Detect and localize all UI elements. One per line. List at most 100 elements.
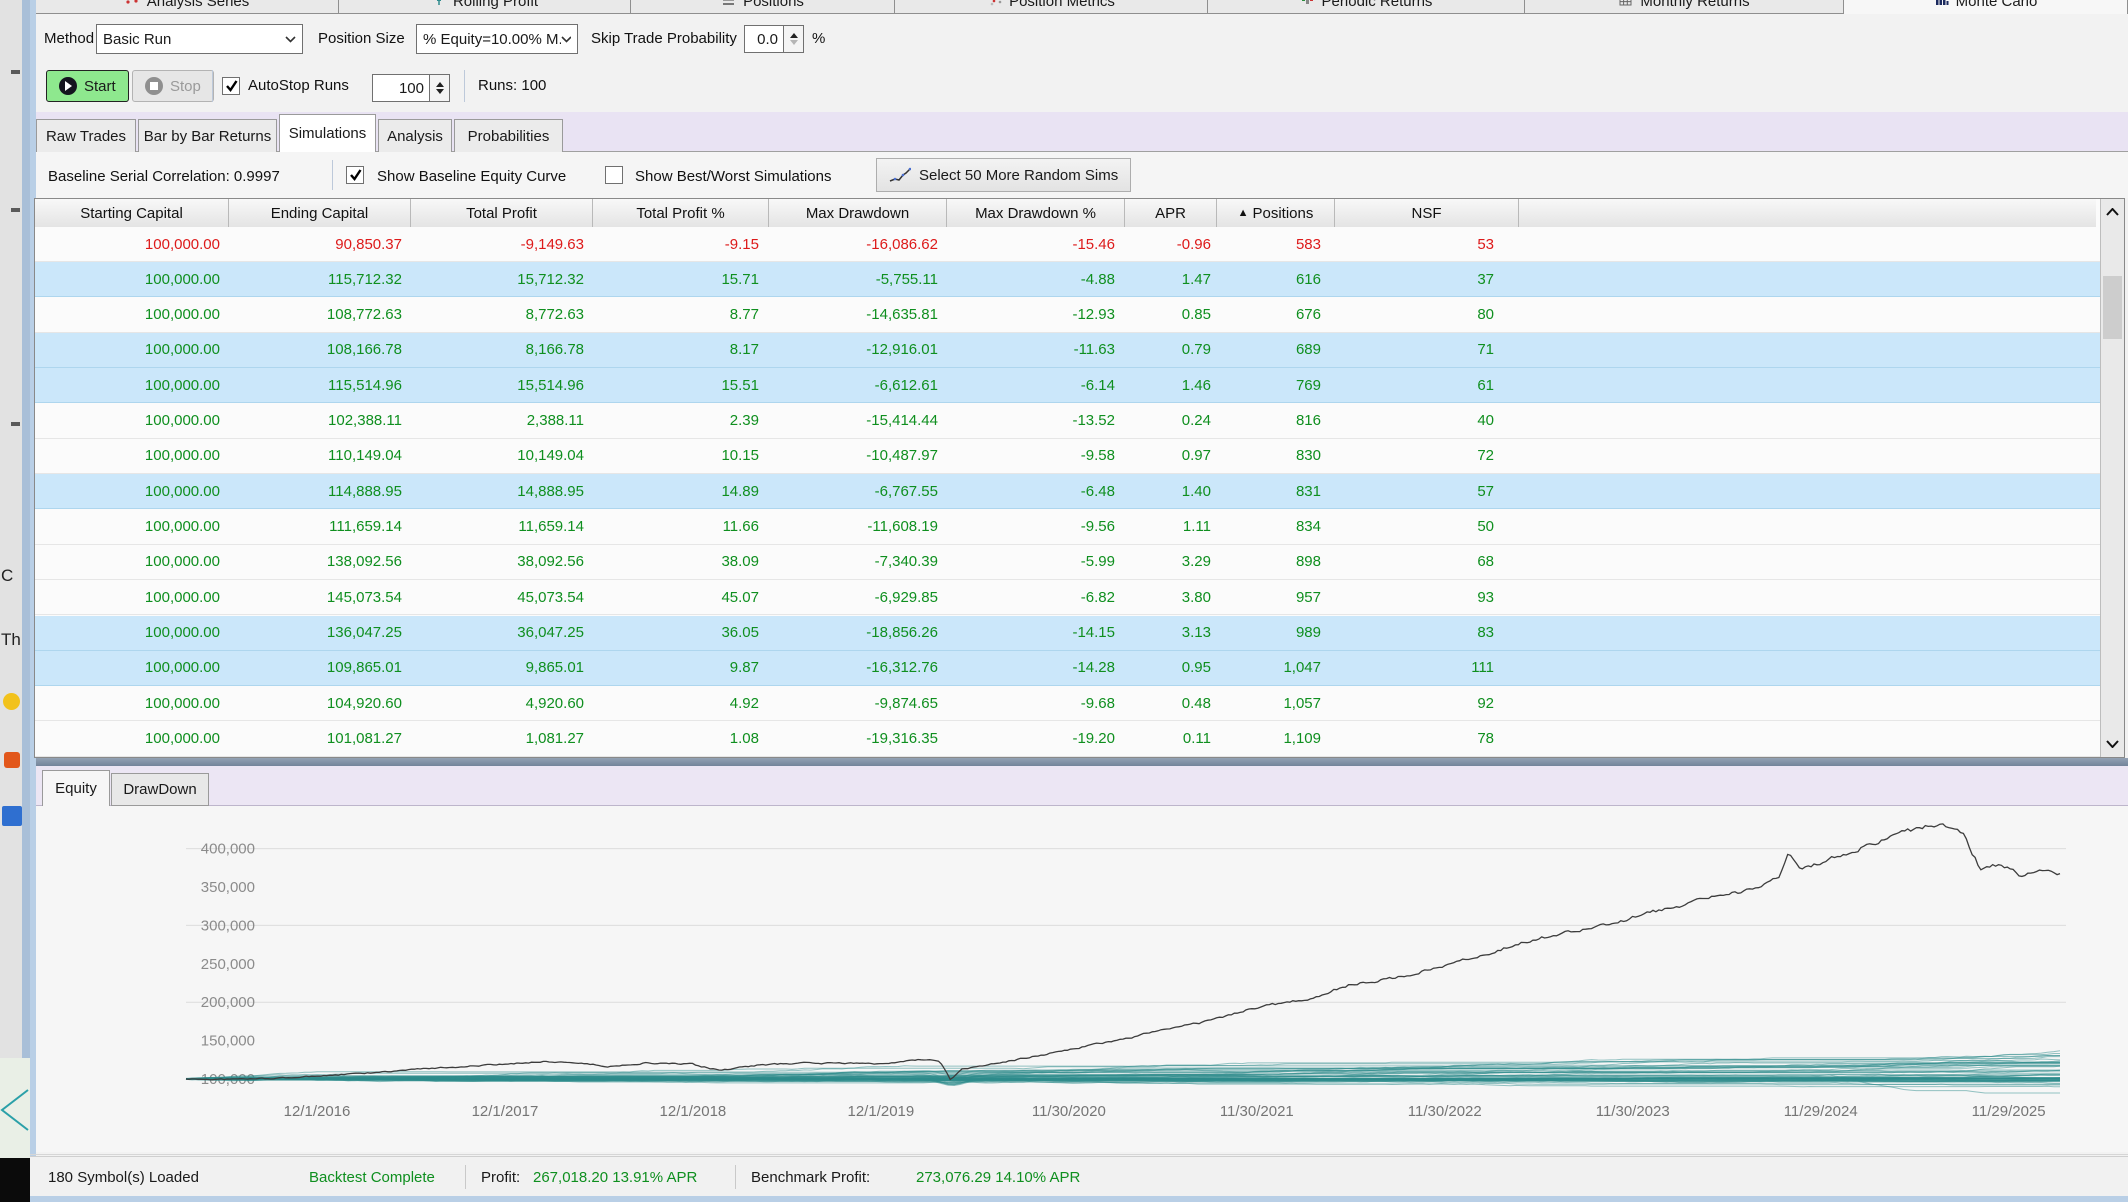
table-cell: -16,312.76 xyxy=(769,651,947,685)
autostop-runs-input[interactable]: 100 xyxy=(372,74,430,102)
column-header-max-drawdown-pct[interactable]: Max Drawdown % xyxy=(947,199,1125,227)
equity-sketch-icon xyxy=(889,167,911,183)
table-cell: -11,608.19 xyxy=(769,510,947,544)
table-row[interactable]: 100,000.00114,888.9514,888.9514.89-6,767… xyxy=(35,474,2100,509)
autostop-runs-spinner[interactable] xyxy=(430,74,450,102)
table-cell: 111,659.14 xyxy=(229,510,411,544)
spin-down-icon[interactable] xyxy=(435,88,445,95)
tab-monthly-returns[interactable]: Monthly Returns xyxy=(1525,0,1844,14)
table-row[interactable]: 100,000.00145,073.5445,073.5445.07-6,929… xyxy=(35,580,2100,615)
tab-periodic-returns[interactable]: Periodic Returns xyxy=(1208,0,1525,14)
select-random-sims-button[interactable]: Select 50 More Random Sims xyxy=(876,158,1131,192)
table-cell: 100,000.00 xyxy=(35,686,229,720)
column-header-positions[interactable]: ▲Positions xyxy=(1217,199,1335,227)
table-cell: 14,888.95 xyxy=(411,474,593,508)
chevron-up-icon xyxy=(2106,208,2119,216)
dot-metrics-icon xyxy=(987,0,1002,10)
chevron-down-icon xyxy=(2106,740,2119,748)
table-row[interactable]: 100,000.00108,166.788,166.788.17-12,916.… xyxy=(35,333,2100,368)
spin-up-icon[interactable] xyxy=(789,32,799,39)
profit-value: 267,018.20 13.91% APR xyxy=(533,1157,697,1197)
table-cell: 0.24 xyxy=(1125,404,1217,438)
column-header-starting-capital[interactable]: Starting Capital xyxy=(35,199,229,227)
scrollbar-thumb[interactable] xyxy=(2103,276,2122,339)
scroll-down-button[interactable] xyxy=(2101,731,2124,757)
tab-simulations[interactable]: Simulations xyxy=(279,114,376,152)
table-cell: 40 xyxy=(1335,404,1519,438)
table-cell: 38,092.56 xyxy=(411,545,593,579)
show-bestworst-checkbox[interactable] xyxy=(605,166,623,184)
show-baseline-checkbox[interactable] xyxy=(346,166,364,184)
spin-down-icon[interactable] xyxy=(789,39,799,46)
tab-drawdown[interactable]: DrawDown xyxy=(111,773,209,806)
column-header-label: Positions xyxy=(1253,205,1314,222)
table-vertical-scrollbar[interactable] xyxy=(2100,199,2124,757)
table-cell: 957 xyxy=(1217,580,1335,614)
table-row[interactable]: 100,000.00104,920.604,920.604.92-9,874.6… xyxy=(35,686,2100,721)
table-cell: 36.05 xyxy=(593,616,769,650)
tab-monte-carlo[interactable]: Monte Carlo xyxy=(1844,0,2128,14)
table-cell: -9.15 xyxy=(593,227,769,261)
tab-equity[interactable]: Equity xyxy=(42,770,110,806)
table-row[interactable]: 100,000.00101,081.271,081.271.08-19,316.… xyxy=(35,722,2100,757)
table-cell: -18,856.26 xyxy=(769,616,947,650)
table-cell: 11,659.14 xyxy=(411,510,593,544)
table-cell: -6.14 xyxy=(947,368,1125,402)
table-cell: 92 xyxy=(1335,686,1519,720)
table-row[interactable]: 100,000.00111,659.1411,659.1411.66-11,60… xyxy=(35,510,2100,545)
table-cell: 1,047 xyxy=(1217,651,1335,685)
table-row[interactable]: 100,000.00115,514.9615,514.9615.51-6,612… xyxy=(35,368,2100,403)
skip-trade-probability-input[interactable]: 0.0 xyxy=(744,25,784,53)
background-mark xyxy=(11,70,20,74)
tab-probabilities[interactable]: Probabilities xyxy=(454,119,563,152)
scroll-up-button[interactable] xyxy=(2101,199,2124,225)
check-icon xyxy=(225,80,238,92)
tab-analysis-series[interactable]: Analysis Series xyxy=(36,0,339,14)
tab-bar-by-bar-returns[interactable]: Bar by Bar Returns xyxy=(138,119,277,152)
column-header-max-drawdown[interactable]: Max Drawdown xyxy=(769,199,947,227)
column-header-apr[interactable]: APR xyxy=(1125,199,1217,227)
column-header-total-profit[interactable]: Total Profit xyxy=(411,199,593,227)
background-mark xyxy=(11,422,20,426)
tab-analysis[interactable]: Analysis xyxy=(378,119,452,152)
column-header-ending-capital[interactable]: Ending Capital xyxy=(229,199,411,227)
scatter-series-icon xyxy=(125,0,140,10)
method-select[interactable]: Basic Run xyxy=(96,24,303,54)
tab-positions[interactable]: Positions xyxy=(631,0,895,14)
table-cell: 100,000.00 xyxy=(35,510,229,544)
position-size-select[interactable]: % Equity=10.00% M... xyxy=(416,24,578,54)
splitter-handle[interactable] xyxy=(36,758,2128,766)
x-axis-label: 11/29/2024 xyxy=(1784,1103,1858,1120)
background-letter: C xyxy=(1,566,13,586)
table-row[interactable]: 100,000.00136,047.2536,047.2536.05-18,85… xyxy=(35,616,2100,651)
column-header-nsf[interactable]: NSF xyxy=(1335,199,1519,227)
table-row[interactable]: 100,000.00110,149.0410,149.0410.15-10,48… xyxy=(35,439,2100,474)
autostop-checkbox[interactable] xyxy=(222,77,240,95)
skip-trade-spinner[interactable] xyxy=(784,25,804,53)
table-cell: -12,916.01 xyxy=(769,333,947,367)
column-header-total-profit-pct[interactable]: Total Profit % xyxy=(593,199,769,227)
spin-up-icon[interactable] xyxy=(435,81,445,88)
table-cell: -14.15 xyxy=(947,616,1125,650)
table-row[interactable]: 100,000.00138,092.5638,092.5638.09-7,340… xyxy=(35,545,2100,580)
table-row[interactable]: 100,000.00102,388.112,388.112.39-15,414.… xyxy=(35,404,2100,439)
table-cell: 104,920.60 xyxy=(229,686,411,720)
table-row[interactable]: 100,000.00109,865.019,865.019.87-16,312.… xyxy=(35,651,2100,686)
table-cell: -19.20 xyxy=(947,722,1125,756)
stop-button[interactable]: Stop xyxy=(132,70,214,102)
table-row[interactable]: 100,000.00108,772.638,772.638.77-14,635.… xyxy=(35,298,2100,333)
table-cell: 100,000.00 xyxy=(35,439,229,473)
table-cell: -15.46 xyxy=(947,227,1125,261)
table-row[interactable]: 100,000.00115,712.3215,712.3215.71-5,755… xyxy=(35,262,2100,297)
start-button[interactable]: Start xyxy=(46,70,129,102)
table-row[interactable]: 100,000.0090,850.37-9,149.63-9.15-16,086… xyxy=(35,227,2100,262)
tab-position-metrics[interactable]: Position Metrics xyxy=(895,0,1208,14)
skip-trade-probability-label: Skip Trade Probability xyxy=(591,30,737,47)
tab-raw-trades[interactable]: Raw Trades xyxy=(36,119,136,152)
table-cell: -6.82 xyxy=(947,580,1125,614)
toolbar-separator xyxy=(464,70,465,102)
background-blue-icon xyxy=(2,806,22,826)
table-cell: 1.08 xyxy=(593,722,769,756)
tab-rolling-profit[interactable]: Rolling Profit xyxy=(339,0,631,14)
show-bestworst-label: Show Best/Worst Simulations xyxy=(635,168,831,185)
